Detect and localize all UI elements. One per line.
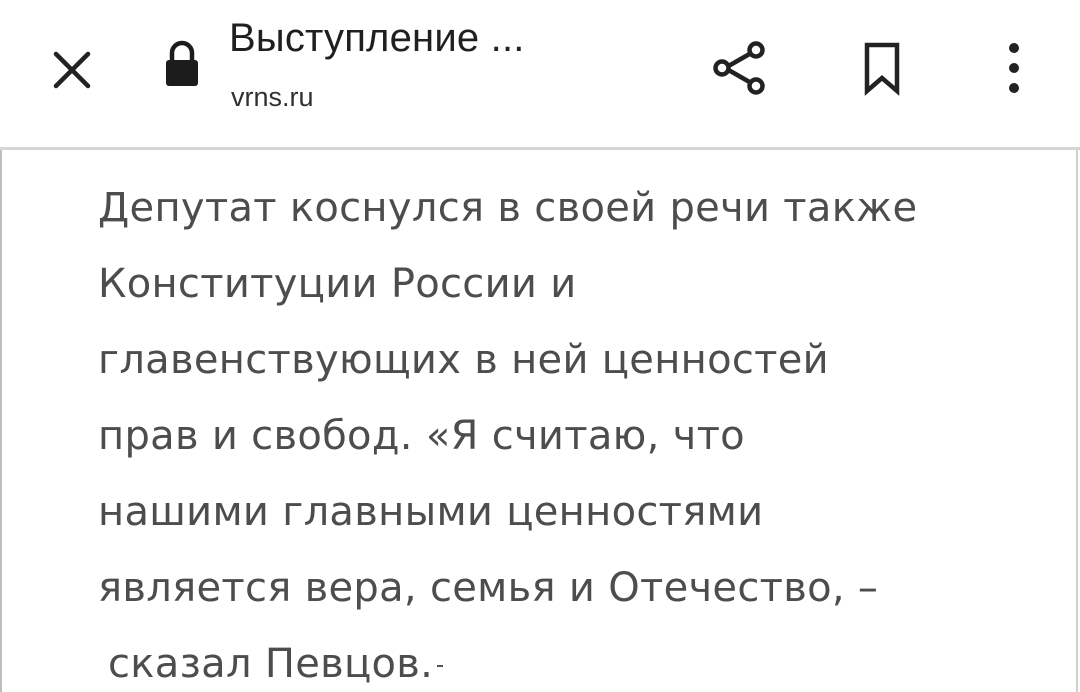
article-line-text: сказал Певцов.: [108, 641, 434, 687]
more-options-button[interactable]: [990, 28, 1038, 108]
article-line: прав и свобод. «Я считаю, что: [98, 413, 745, 459]
article-line: Депутат коснулся в своей речи также: [98, 185, 918, 231]
close-icon: [53, 51, 91, 89]
text-cursor-mark: [437, 665, 444, 667]
more-vert-icon: [1009, 43, 1019, 93]
custom-tab-toolbar: Выступление ... vrns.ru: [0, 0, 1080, 150]
article-line: Конституции России и: [98, 261, 577, 307]
share-icon: [713, 41, 765, 95]
share-button[interactable]: [700, 28, 780, 108]
article-line: главенствующих в ней ценностей: [98, 337, 829, 383]
lock-icon[interactable]: [160, 40, 204, 88]
close-button[interactable]: [40, 38, 104, 102]
article-body: Депутат коснулся в своей речи также Конс…: [98, 170, 1058, 692]
article-line-last: сказал Певцов.: [98, 626, 1058, 692]
bookmark-button[interactable]: [850, 28, 914, 108]
page-url: vrns.ru: [231, 82, 314, 112]
bookmark-icon: [864, 42, 900, 96]
article-line: нашими главными ценностями: [98, 489, 764, 535]
article-line: является вера, семья и Отечество, –: [98, 565, 879, 611]
page-title: Выступление ...: [229, 16, 525, 60]
